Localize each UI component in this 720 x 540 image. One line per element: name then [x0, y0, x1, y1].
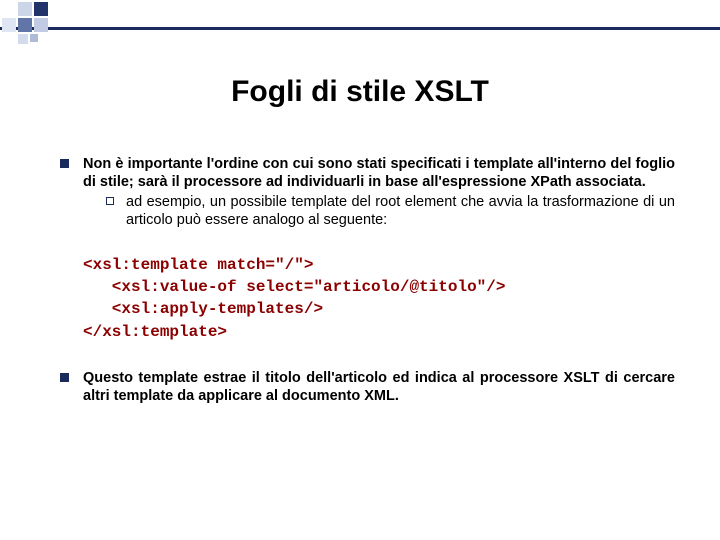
header-bar [0, 27, 720, 30]
deco-square [2, 18, 16, 32]
deco-square [18, 18, 32, 32]
sub-bullet-item: ad esempio, un possibile template del ro… [106, 193, 675, 229]
bullet-item: Non è importante l'ordine con cui sono s… [60, 155, 675, 230]
deco-square [30, 34, 38, 42]
deco-square [34, 2, 48, 16]
sub-bullet-text: ad esempio, un possibile template del ro… [126, 193, 675, 229]
slide-title: Fogli di stile XSLT [0, 75, 720, 109]
square-bullet-icon [60, 373, 69, 382]
deco-square [34, 18, 48, 32]
bullet-text: Questo template estrae il titolo dell'ar… [83, 369, 675, 405]
bullet-text: Non è importante l'ordine con cui sono s… [83, 155, 675, 191]
bullet-item: Questo template estrae il titolo dell'ar… [60, 369, 675, 405]
square-bullet-icon [60, 159, 69, 168]
bullet-text-block: Non è importante l'ordine con cui sono s… [83, 155, 675, 230]
deco-square [18, 2, 32, 16]
header-decoration [0, 0, 720, 42]
code-block: <xsl:template match="/"> <xsl:value-of s… [83, 254, 675, 344]
hollow-square-bullet-icon [106, 197, 114, 205]
slide-content: Non è importante l'ordine con cui sono s… [60, 155, 675, 411]
deco-square [18, 34, 28, 44]
